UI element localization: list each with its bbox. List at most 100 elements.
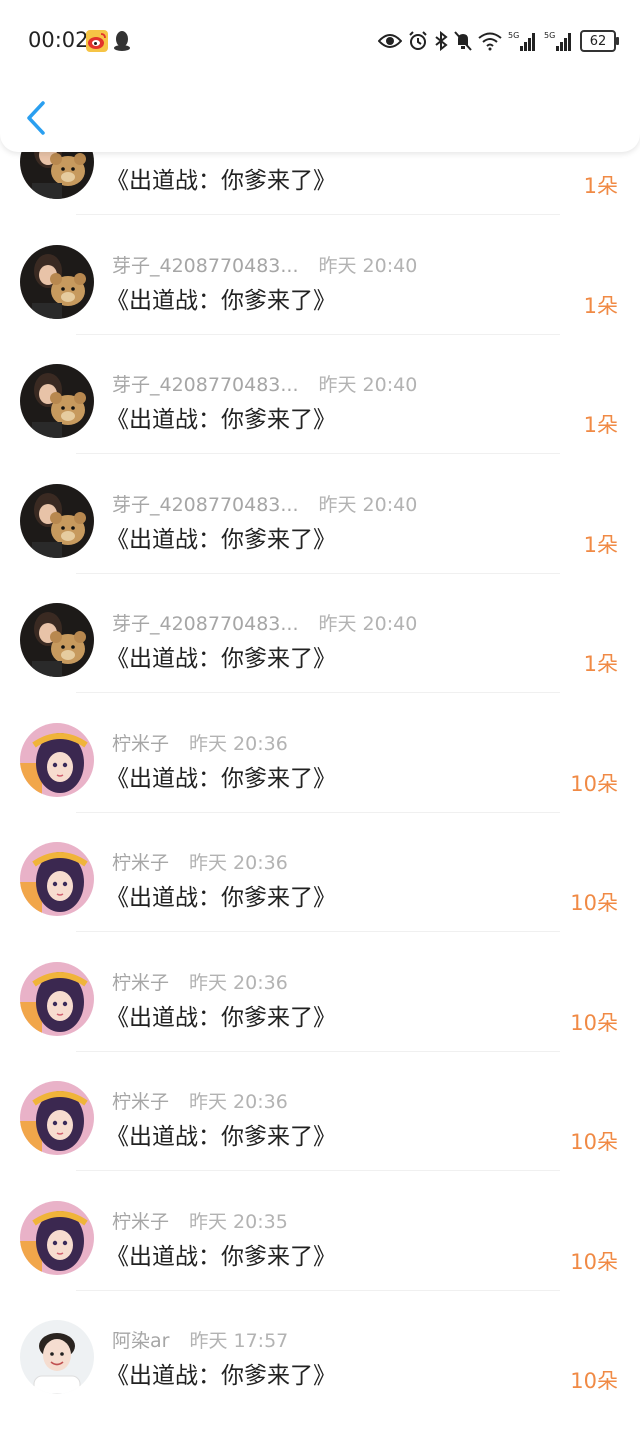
gift-title: 《出道战：你爹来了》: [106, 407, 336, 433]
row-divider: [76, 1170, 560, 1171]
bluetooth-icon: [435, 31, 448, 51]
list-item[interactable]: 阿染ar 昨天 17:57 《出道战：你爹来了》 10朵: [0, 1320, 640, 1439]
flower-count: 10朵: [570, 1250, 618, 1274]
row-divider: [76, 1290, 560, 1291]
gift-title: 《出道战：你爹来了》: [106, 1244, 336, 1270]
timestamp: 昨天 20:40: [318, 255, 418, 277]
battery-level: 62: [589, 33, 607, 49]
flower-count: 1朵: [583, 174, 618, 198]
wifi-icon: [478, 32, 502, 51]
gift-title: 《出道战：你爹来了》: [106, 1005, 336, 1031]
avatar[interactable]: [20, 484, 94, 558]
avatar[interactable]: [20, 245, 94, 319]
list-item[interactable]: 柠米子 昨天 20:36 《出道战：你爹来了》 10朵: [0, 723, 640, 842]
alarm-icon: [409, 31, 427, 50]
gift-title: 《出道战：你爹来了》: [106, 885, 336, 911]
gift-title: 《出道战：你爹来了》: [106, 646, 336, 672]
flower-count: 1朵: [583, 294, 618, 318]
row-divider: [76, 812, 560, 813]
item-meta: 柠米子 昨天 20:35: [112, 1207, 288, 1234]
row-divider: [76, 453, 560, 454]
gift-title: 《出道战：你爹来了》: [106, 1363, 336, 1389]
signal-icon: 5G: [508, 31, 535, 51]
back-button[interactable]: [16, 96, 56, 140]
sender-name[interactable]: 芽子_4208770483...: [112, 609, 299, 636]
row-divider: [76, 692, 560, 693]
sender-name[interactable]: 芽子_4208770483...: [112, 490, 299, 517]
sender-name[interactable]: 柠米子: [112, 968, 169, 995]
avatar[interactable]: [20, 1320, 94, 1394]
row-divider: [76, 1051, 560, 1052]
gift-title: 《出道战：你爹来了》: [106, 1124, 336, 1150]
row-divider: [76, 931, 560, 932]
list-item[interactable]: 柠米子 昨天 20:35 《出道战：你爹来了》 10朵: [0, 1201, 640, 1320]
timestamp: 昨天 20:36: [189, 733, 288, 755]
list-item[interactable]: 柠米子 昨天 20:36 《出道战：你爹来了》 10朵: [0, 1081, 640, 1200]
avatar[interactable]: [20, 723, 94, 797]
list-item[interactable]: 芽子_4208770483... 昨天 20:40 《出道战：你爹来了》 1朵: [0, 484, 640, 603]
battery-icon: 62: [580, 30, 619, 52]
sender-name[interactable]: 柠米子: [112, 1087, 169, 1114]
row-divider: [76, 573, 560, 574]
item-meta: 柠米子 昨天 20:36: [112, 968, 288, 995]
list-item[interactable]: 芽子_4208770483... 昨天 20:40 《出道战：你爹来了》 1朵: [0, 603, 640, 722]
timestamp: 昨天 20:40: [318, 374, 418, 396]
row-divider: [76, 334, 560, 335]
avatar[interactable]: [20, 962, 94, 1036]
avatar[interactable]: [20, 603, 94, 677]
sender-name[interactable]: 柠米子: [112, 1207, 169, 1234]
item-meta: 芽子_4208770483... 昨天 20:40: [112, 609, 417, 636]
flower-count: 1朵: [583, 652, 618, 676]
flower-count: 10朵: [570, 1130, 618, 1154]
timestamp: 昨天 20:35: [189, 1211, 288, 1233]
status-bar: 00:02 5G 5G 62: [0, 0, 640, 80]
list-item[interactable]: 柠米子 昨天 20:36 《出道战：你爹来了》 10朵: [0, 962, 640, 1081]
signal-icon: 5G: [544, 31, 571, 51]
item-meta: 芽子_4208770483... 昨天 20:40: [112, 490, 417, 517]
list-item[interactable]: 柠米子 昨天 20:36 《出道战：你爹来了》 10朵: [0, 842, 640, 961]
weibo-icon: [86, 30, 108, 52]
qq-icon: [112, 30, 132, 52]
sender-name[interactable]: 柠米子: [112, 848, 169, 875]
network-label: 5G: [544, 31, 555, 40]
flower-count: 10朵: [570, 891, 618, 915]
flower-count: 10朵: [570, 1369, 618, 1393]
sender-name[interactable]: 柠米子: [112, 729, 169, 756]
flower-count: 10朵: [570, 1011, 618, 1035]
item-meta: 柠米子 昨天 20:36: [112, 1087, 288, 1114]
sender-name[interactable]: 阿染ar: [112, 1326, 169, 1353]
timestamp: 昨天 20:40: [318, 494, 418, 516]
avatar[interactable]: [20, 1081, 94, 1155]
list-item[interactable]: 芽子_4208770483... 昨天 20:40 《出道战：你爹来了》 1朵: [0, 245, 640, 364]
item-meta: 柠米子 昨天 20:36: [112, 729, 288, 756]
flower-count: 1朵: [583, 413, 618, 437]
item-meta: 芽子_4208770483... 昨天 20:40: [112, 370, 417, 397]
chevron-left-icon: [27, 101, 45, 135]
item-meta: 阿染ar 昨天 17:57: [112, 1326, 288, 1353]
item-meta: 柠米子 昨天 20:36: [112, 848, 288, 875]
timestamp: 昨天 20:40: [318, 613, 418, 635]
sender-name[interactable]: 芽子_4208770483...: [112, 370, 299, 397]
gift-title: 《出道战：你爹来了》: [106, 527, 336, 553]
timestamp: 昨天 20:36: [189, 852, 288, 874]
avatar[interactable]: [20, 842, 94, 916]
gift-title: 《出道战：你爹来了》: [106, 766, 336, 792]
avatar[interactable]: [20, 1201, 94, 1275]
network-label: 5G: [508, 31, 519, 40]
timestamp: 昨天 20:36: [189, 1091, 288, 1113]
avatar[interactable]: [20, 364, 94, 438]
status-icons: 5G 5G 62: [378, 28, 619, 54]
flower-count: 1朵: [583, 533, 618, 557]
status-time: 00:02: [28, 28, 89, 52]
flower-count: 10朵: [570, 772, 618, 796]
eye-icon: [378, 34, 402, 48]
gift-title: 《出道战：你爹来了》: [106, 288, 336, 314]
timestamp: 昨天 17:57: [189, 1330, 289, 1352]
row-divider: [76, 214, 560, 215]
header: 00:02 5G 5G 62: [0, 0, 640, 152]
list-item[interactable]: 芽子_4208770483... 昨天 20:40 《出道战：你爹来了》 1朵: [0, 364, 640, 483]
gift-title: 《出道战：你爹来了》: [106, 168, 336, 194]
sender-name[interactable]: 芽子_4208770483...: [112, 251, 299, 278]
item-meta: 芽子_4208770483... 昨天 20:40: [112, 251, 417, 278]
timestamp: 昨天 20:36: [189, 972, 288, 994]
